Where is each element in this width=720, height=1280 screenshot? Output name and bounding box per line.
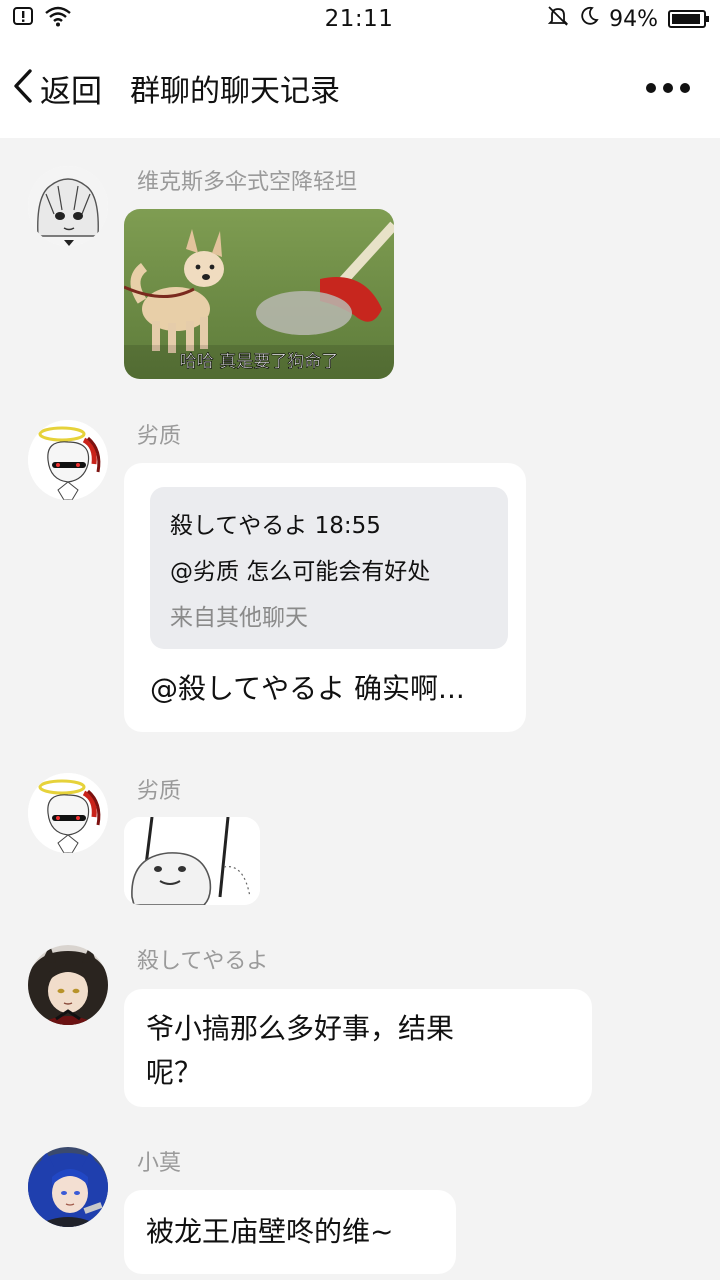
sender-name: 维克斯多伞式空降轻坦 bbox=[137, 170, 358, 195]
more-dot-icon bbox=[663, 83, 673, 93]
sticker-message[interactable] bbox=[124, 817, 260, 905]
battery-icon bbox=[667, 10, 709, 28]
nav-header: 返回 群聊的聊天记录 bbox=[0, 38, 720, 138]
message-text: @殺してやるよ 确实啊... bbox=[150, 672, 465, 705]
status-bar: 21:11 94% bbox=[0, 0, 720, 38]
message-text-line: 呢？ bbox=[146, 1056, 203, 1089]
mute-bell-icon bbox=[547, 5, 569, 33]
text-bubble[interactable]: 爷小搞那么多好事，结果 呢？ bbox=[124, 989, 592, 1107]
image-caption: 哈哈 真是要了狗命了 bbox=[180, 352, 338, 372]
quoted-message[interactable]: 殺してやるよ 18:55 @劣质 怎么可能会有好处 来自其他聊天 bbox=[150, 487, 508, 649]
clock: 21:11 bbox=[324, 6, 394, 32]
more-dot-icon bbox=[646, 83, 656, 93]
message-text-line: 爷小搞那么多好事，结果 bbox=[146, 1012, 455, 1045]
wifi-icon bbox=[44, 5, 72, 33]
reply-bubble[interactable]: 殺してやるよ 18:55 @劣质 怎么可能会有好处 来自其他聊天 @殺してやるよ… bbox=[124, 463, 526, 732]
page-title: 群聊的聊天记录 bbox=[130, 74, 340, 109]
quote-source: 来自其他聊天 bbox=[170, 605, 308, 631]
sender-name: 小莫 bbox=[137, 1151, 182, 1176]
sender-name: 劣质 bbox=[137, 424, 182, 449]
chat-history[interactable]: 维克斯多伞式空降轻坦 哈哈 真是要了狗命了 劣质 殺してやるよ 18:55 @劣… bbox=[0, 138, 720, 1280]
sender-name: 劣质 bbox=[137, 779, 182, 804]
chevron-left-icon bbox=[12, 68, 34, 108]
alert-icon bbox=[12, 5, 34, 33]
quote-text: @劣质 怎么可能会有好处 bbox=[170, 559, 431, 585]
more-dot-icon bbox=[680, 83, 690, 93]
sender-name: 殺してやるよ bbox=[137, 949, 269, 974]
avatar[interactable] bbox=[28, 166, 108, 246]
message-text: 被龙王庙壁咚的维~ bbox=[146, 1215, 394, 1248]
back-label: 返回 bbox=[40, 73, 102, 110]
battery-fill bbox=[671, 14, 701, 24]
avatar[interactable] bbox=[28, 773, 108, 853]
more-options-button[interactable] bbox=[634, 73, 702, 103]
image-message[interactable]: 哈哈 真是要了狗命了 bbox=[124, 209, 394, 379]
avatar[interactable] bbox=[28, 1147, 108, 1227]
avatar[interactable] bbox=[28, 420, 108, 500]
back-button[interactable]: 返回 bbox=[12, 66, 102, 111]
text-bubble[interactable]: 被龙王庙壁咚的维~ bbox=[124, 1190, 456, 1274]
avatar[interactable] bbox=[28, 945, 108, 1025]
moon-icon bbox=[579, 6, 599, 32]
quote-author-time: 殺してやるよ 18:55 bbox=[170, 513, 381, 539]
battery-percent: 94% bbox=[609, 6, 658, 32]
